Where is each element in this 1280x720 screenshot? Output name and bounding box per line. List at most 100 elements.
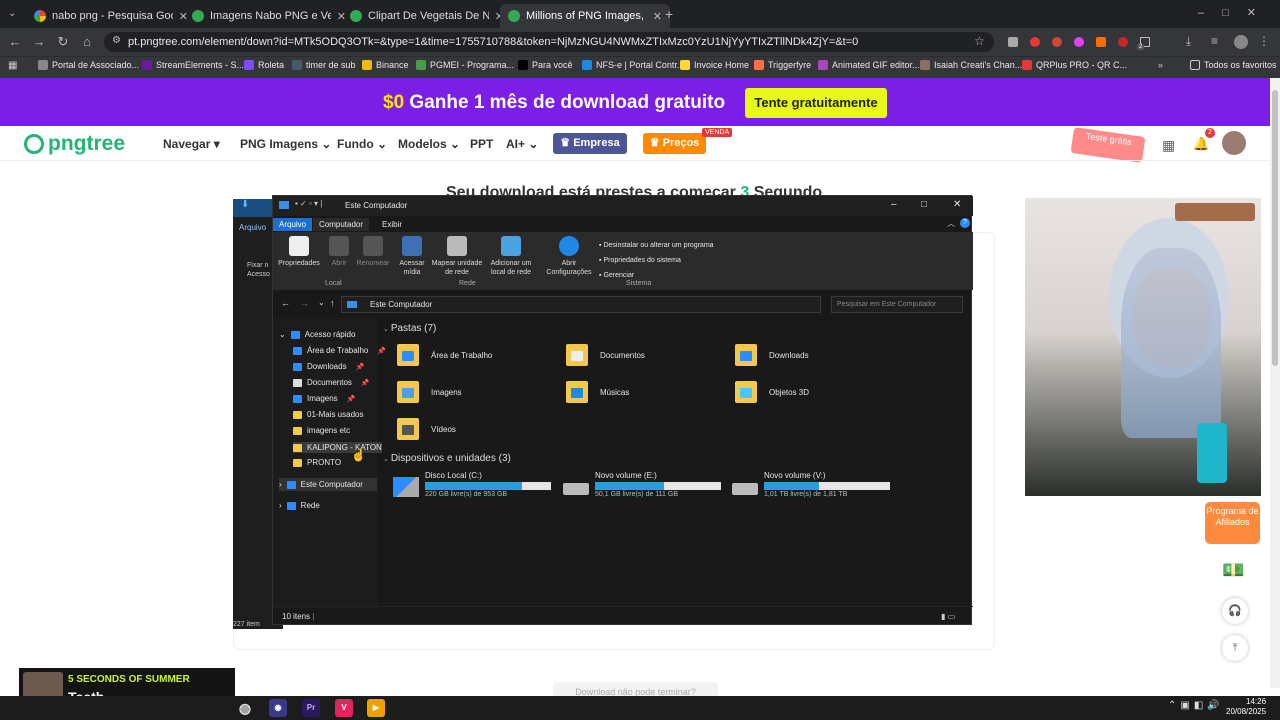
uninstall-link[interactable]: ▪ Desinstalar ou alterar um programa [599, 238, 714, 253]
tab-list-icon[interactable]: ⌄ [8, 8, 16, 19]
tab-clipart[interactable]: Clipart De Vegetais De Nabo 3✕ [342, 4, 512, 28]
chrome-taskbar-icon[interactable]: ◍ [236, 699, 254, 717]
menu-fundo[interactable]: Fundo ⌄ [337, 137, 387, 151]
folder-music[interactable]: Músicas [566, 381, 629, 403]
back-icon[interactable]: ← [281, 298, 290, 308]
close-icon[interactable]: ✕ [653, 10, 662, 23]
window-controls[interactable]: –□✕ [1198, 6, 1274, 19]
precos-button[interactable]: ♛ Preços [643, 133, 706, 154]
nav-downloads[interactable]: Downloads 📌 [293, 362, 364, 371]
view-toggle-icons[interactable]: ▮ ▭ [941, 612, 955, 621]
search-input[interactable]: Pesquisar em Este Computador [831, 296, 963, 313]
folder-3d-objects[interactable]: Objetos 3D [735, 381, 809, 403]
bookmark[interactable]: Binance [362, 60, 409, 70]
bookmark[interactable]: Roleta [244, 60, 284, 70]
user-avatar[interactable] [1222, 131, 1246, 155]
nav-documents[interactable]: Documentos 📌 [293, 378, 370, 387]
bookmark[interactable]: StreamElements - S... [142, 60, 244, 70]
open-button[interactable]: Abrir [325, 236, 353, 268]
nav-folder-imagens-etc[interactable]: imagens etc [293, 426, 350, 435]
rename-button[interactable]: Renomear [355, 236, 391, 268]
bookmark[interactable]: Triggerfyre [754, 60, 811, 70]
more-bookmarks-icon[interactable]: » [1158, 60, 1163, 70]
open-settings-button[interactable]: Abrir Configurações [543, 236, 595, 277]
app-taskbar-icon[interactable]: ◉ [269, 699, 287, 717]
nav-images[interactable]: Imagens 📌 [293, 394, 355, 403]
folder-downloads[interactable]: Downloads [735, 344, 809, 366]
ribbon-collapse-icon[interactable]: ︿ [947, 218, 955, 229]
folder-desktop[interactable]: Área de Trabalho [397, 344, 492, 366]
ribbon-tab-arquivo[interactable]: Arquivo [273, 218, 313, 231]
menu-png-imagens[interactable]: PNG Imagens ⌄ [240, 137, 331, 151]
properties-button[interactable]: Propriedades [277, 236, 321, 268]
nav-network[interactable]: › Rede [279, 501, 320, 510]
address-bar[interactable]: pt.pngtree.com/element/down?id=MTk5ODQ3O… [104, 32, 994, 52]
bookmark[interactable]: Invoice Home [680, 60, 749, 70]
back-to-top-icon[interactable]: ⤒ [1222, 635, 1248, 661]
all-bookmarks[interactable]: Todos os favoritos [1190, 60, 1277, 70]
up-icon[interactable]: ↑ [330, 298, 335, 308]
bookmark[interactable]: NFS-e | Portal Contr... [582, 60, 684, 70]
maximize-icon[interactable]: □ [921, 199, 927, 210]
map-drive-button[interactable]: Mapear unidade de rede [429, 236, 485, 277]
folder-documents[interactable]: Documentos [566, 344, 645, 366]
extension-icon[interactable] [1008, 37, 1018, 47]
extension-icon[interactable] [1074, 37, 1084, 47]
drives-header[interactable]: ⌄ Dispositivos e unidades (3) [383, 453, 511, 464]
tab-google[interactable]: nabo png - Pesquisa Google✕ [26, 4, 196, 28]
folders-header[interactable]: ⌄ Pastas (7) [383, 323, 436, 334]
bookmark[interactable]: Isaiah Creati's Chan... [920, 60, 1022, 70]
empresa-button[interactable]: ♛ Empresa [553, 133, 627, 154]
drive-c[interactable]: Disco Local (C:) 220 GB livre(s) de 953 G… [393, 471, 551, 498]
add-network-location-button[interactable]: Adicionar um local de rede [487, 236, 535, 277]
menu-navegar[interactable]: Navegar ▾ [163, 137, 220, 151]
nav-folder-mais-usados[interactable]: 01-Mais usados [293, 410, 363, 419]
extension-icon[interactable] [1096, 37, 1106, 47]
bookmark[interactable]: Portal de Associado... [38, 60, 139, 70]
reload-icon[interactable]: ↻ [54, 33, 72, 51]
forward-icon[interactable]: → [300, 298, 309, 308]
free-trial-sticker[interactable]: Teste grátis [1070, 127, 1146, 163]
ribbon-tab-computador[interactable]: Computador [313, 218, 370, 231]
media-icon[interactable]: ≡ [1211, 34, 1218, 48]
help-icon[interactable]: ? [960, 218, 970, 228]
apps-icon[interactable]: ▦ [8, 60, 17, 71]
app-taskbar-icon[interactable]: V [335, 699, 353, 717]
support-headset-icon[interactable]: 🎧 [1222, 598, 1248, 624]
nav-folder-pronto[interactable]: PRONTO [293, 458, 341, 467]
scrollbar-thumb[interactable] [1272, 90, 1278, 366]
bookmark[interactable]: Para você [518, 60, 573, 70]
bookmark[interactable]: QRPlus PRO - QR C... [1022, 60, 1127, 70]
bookmark[interactable]: Animated GIF editor... [818, 60, 920, 70]
forward-icon[interactable]: → [30, 33, 48, 51]
address-box[interactable]: Este Computador [341, 296, 821, 313]
nav-desktop[interactable]: Área de Trabalho 📌 [293, 346, 386, 355]
extension-icon[interactable] [1118, 37, 1128, 47]
system-tray-icons[interactable]: ⌃▣◧🔊 [1168, 700, 1224, 711]
app-taskbar-icon[interactable]: ▶ [367, 699, 385, 717]
nav-this-pc[interactable]: › Este Computador [279, 478, 377, 491]
folder-images[interactable]: Imagens [397, 381, 462, 403]
ribbon-tab-exibir[interactable]: Exibir [376, 218, 408, 231]
extension-icon[interactable] [1030, 37, 1040, 47]
affiliate-program-button[interactable]: Programa de Afiliados [1205, 502, 1260, 544]
bookmark[interactable]: PGMEI - Programa... [416, 60, 514, 70]
back-icon[interactable]: ← [6, 33, 24, 51]
quick-access-toolbar-icons[interactable]: ▪ ✓ ▫ ▾ | [295, 199, 322, 208]
recent-icon[interactable]: ⌄ [318, 298, 325, 307]
close-icon[interactable]: ✕ [953, 199, 961, 210]
pngtree-logo[interactable]: pngtree [24, 132, 125, 156]
new-tab-icon[interactable]: + [665, 6, 673, 22]
nav-quick-access[interactable]: ⌄ Acesso rápido [279, 330, 355, 339]
apps-grid-icon[interactable]: ▦ [1162, 137, 1175, 154]
minimize-icon[interactable]: – [891, 199, 897, 210]
system-properties-link[interactable]: ▪ Propriedades do sistema [599, 253, 714, 268]
premiere-taskbar-icon[interactable]: Pr [302, 699, 320, 717]
tab-millions[interactable]: Millions of PNG Images, Backg ✕ [500, 4, 670, 28]
tab-imagens[interactable]: Imagens Nabo PNG e Vetor, co✕ [184, 4, 354, 28]
taskbar-clock[interactable]: 14:26 20/08/2025 [1226, 697, 1266, 717]
nav-folder-kalipong[interactable]: KALIPONG - KATON [293, 442, 382, 453]
drive-e[interactable]: Novo volume (E:) 50,1 GB livre(s) de 111 … [563, 471, 721, 498]
bookmark[interactable]: timer de sub [292, 60, 356, 70]
folder-videos[interactable]: Vídeos [397, 418, 456, 440]
